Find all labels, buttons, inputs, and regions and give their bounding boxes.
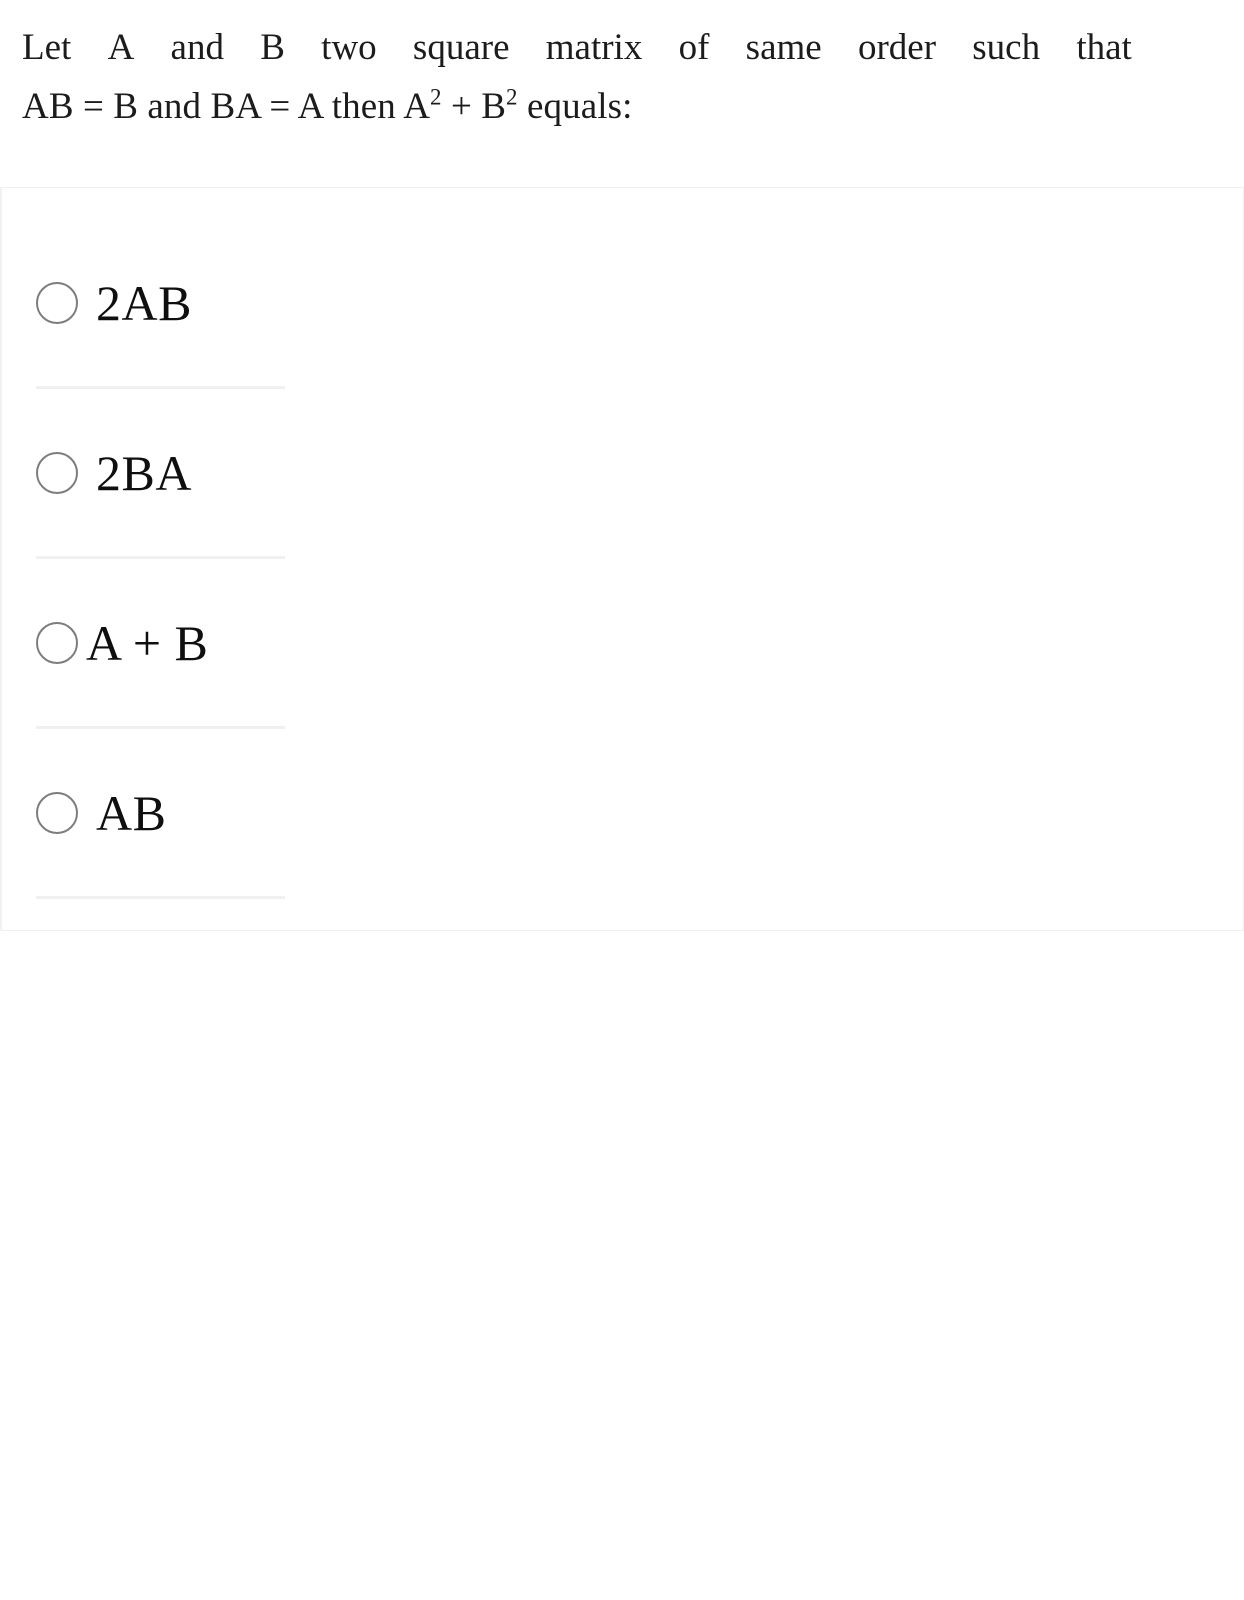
question-line-2: AB = B and BA = A then A2 + B2 equals: bbox=[22, 77, 1132, 136]
exponent-b: 2 bbox=[506, 84, 518, 110]
question-word: that bbox=[1076, 27, 1132, 68]
option-b-control[interactable]: 2BA bbox=[36, 448, 192, 498]
answer-options-card: 2AB 2BA A + B AB bbox=[0, 187, 1244, 931]
option-label: A + B bbox=[86, 615, 209, 671]
question-word: matrix bbox=[545, 27, 643, 68]
radio-button-icon[interactable] bbox=[36, 282, 78, 324]
question-expression-prefix: AB = B and BA = A then A bbox=[22, 86, 431, 127]
radio-button-icon[interactable] bbox=[36, 792, 78, 834]
option-c-control[interactable]: A + B bbox=[36, 618, 208, 668]
question-expression-mid: + B bbox=[441, 86, 507, 127]
option-a-control[interactable]: 2AB bbox=[36, 278, 192, 328]
question-word: A bbox=[107, 27, 135, 68]
question-expression-suffix: equals: bbox=[517, 86, 633, 127]
question-word: and bbox=[170, 27, 224, 68]
option-label: 2BA bbox=[96, 445, 192, 501]
question-word: B bbox=[260, 27, 285, 68]
question-word: same bbox=[745, 27, 822, 68]
option-label: 2AB bbox=[96, 275, 192, 331]
question-line-1: Let A and B two square matrix of same or… bbox=[22, 18, 1132, 77]
option-row[interactable]: 2BA bbox=[2, 370, 1243, 559]
question-stem: Let A and B two square matrix of same or… bbox=[22, 18, 1132, 136]
radio-button-icon[interactable] bbox=[36, 622, 78, 664]
option-row[interactable]: A + B bbox=[2, 540, 1243, 729]
radio-button-icon[interactable] bbox=[36, 452, 78, 494]
question-word: Let bbox=[22, 27, 72, 68]
question-word: order bbox=[857, 27, 937, 68]
option-d-control[interactable]: AB bbox=[36, 788, 166, 838]
option-label: AB bbox=[96, 785, 167, 841]
option-divider bbox=[36, 896, 285, 899]
option-row[interactable]: AB bbox=[2, 710, 1243, 899]
question-word: two bbox=[321, 27, 377, 68]
question-word: square bbox=[412, 27, 510, 68]
exponent-a: 2 bbox=[430, 84, 442, 110]
question-word: such bbox=[972, 27, 1041, 68]
option-row[interactable]: 2AB bbox=[2, 200, 1243, 389]
question-word: of bbox=[678, 27, 710, 68]
